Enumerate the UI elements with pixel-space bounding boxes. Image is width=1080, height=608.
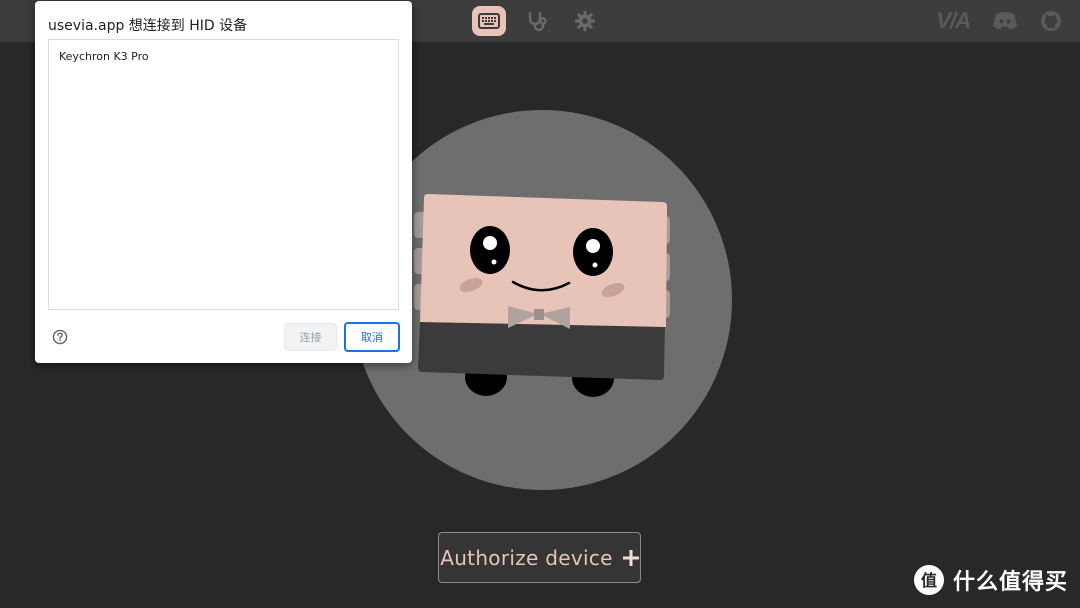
- device-item[interactable]: Keychron K3 Pro: [59, 50, 149, 63]
- help-icon[interactable]: [52, 329, 68, 345]
- github-icon[interactable]: [1040, 10, 1062, 32]
- smzdm-watermark: 值 什么值得买: [913, 564, 1068, 596]
- connect-button[interactable]: 连接: [284, 323, 337, 351]
- discord-icon[interactable]: [992, 11, 1018, 31]
- plus-icon: [622, 549, 639, 566]
- authorize-device-label: Authorize device: [440, 545, 613, 570]
- cancel-button[interactable]: 取消: [344, 322, 400, 352]
- gear-icon: [575, 11, 595, 31]
- keyboard-mascot-illustration: [414, 194, 670, 397]
- device-list[interactable]: Keychron K3 Pro: [48, 39, 399, 310]
- watermark-text: 什么值得买: [952, 570, 1068, 595]
- stethoscope-icon: [528, 12, 547, 32]
- nav-configure-button[interactable]: [472, 6, 506, 36]
- via-logo[interactable]: V/A: [936, 8, 971, 34]
- nav-test-button[interactable]: [520, 6, 554, 36]
- svg-text:值: 值: [921, 571, 937, 590]
- main-nav: [472, 6, 602, 36]
- keyboard-icon: [478, 13, 500, 29]
- external-links: V/A: [936, 8, 1062, 34]
- hid-permission-dialog: usevia.app 想连接到 HID 设备 Keychron K3 Pro 连…: [35, 1, 412, 363]
- dialog-title: usevia.app 想连接到 HID 设备: [48, 18, 248, 34]
- authorize-device-button[interactable]: Authorize device: [438, 532, 641, 583]
- smzdm-logo-icon: 值: [913, 565, 944, 595]
- nav-settings-button[interactable]: [568, 6, 602, 36]
